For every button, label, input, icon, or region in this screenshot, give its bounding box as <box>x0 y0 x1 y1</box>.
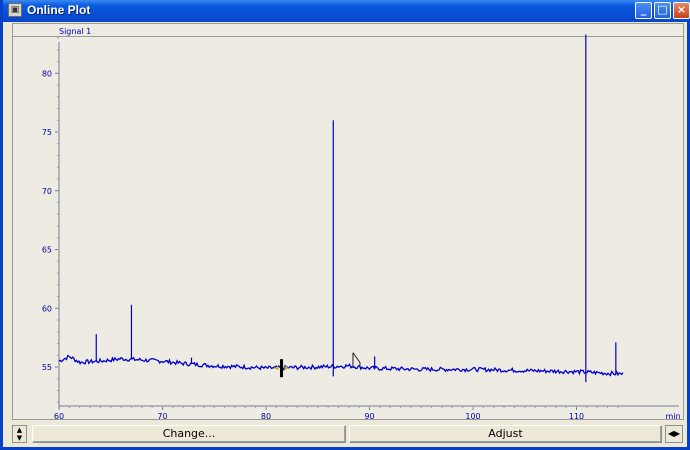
x-tick-label: 70 <box>157 412 167 421</box>
y-tick-label: 70 <box>42 187 52 196</box>
y-tick-label: 65 <box>42 246 52 255</box>
online-plot-window: ▣ Online Plot _ □ × Signal 1 55 60 65 70 75 8… <box>0 0 690 450</box>
x-tick-label: 80 <box>261 412 271 421</box>
y-tick-label: 75 <box>42 128 52 137</box>
y-tick-label: 55 <box>42 363 52 372</box>
y-tick-label: 60 <box>42 304 52 313</box>
horizontal-arrows-icon[interactable]: ◀▶ <box>665 425 683 443</box>
x-tick-label: 60 <box>54 412 64 421</box>
adjust-button[interactable]: Adjust <box>349 425 662 443</box>
x-tick-label: 110 <box>569 412 584 421</box>
x-tick-label: 90 <box>364 412 374 421</box>
signal-chart[interactable]: 55 60 65 70 75 80 60 70 80 90 100 110 min <box>3 0 690 450</box>
event-marker-icon <box>352 352 361 367</box>
scroll-stepper-icon[interactable]: ▲ ▼ <box>12 425 27 443</box>
x-tick-label: 100 <box>465 412 480 421</box>
bottom-toolbar: ▲ ▼ Change... Adjust ◀▶ <box>12 425 684 445</box>
x-axis-label: min <box>665 412 680 421</box>
cursor-marker-icon <box>280 359 284 378</box>
change-button[interactable]: Change... <box>32 425 346 443</box>
signal-trace <box>58 354 624 377</box>
y-tick-label: 80 <box>42 69 52 78</box>
